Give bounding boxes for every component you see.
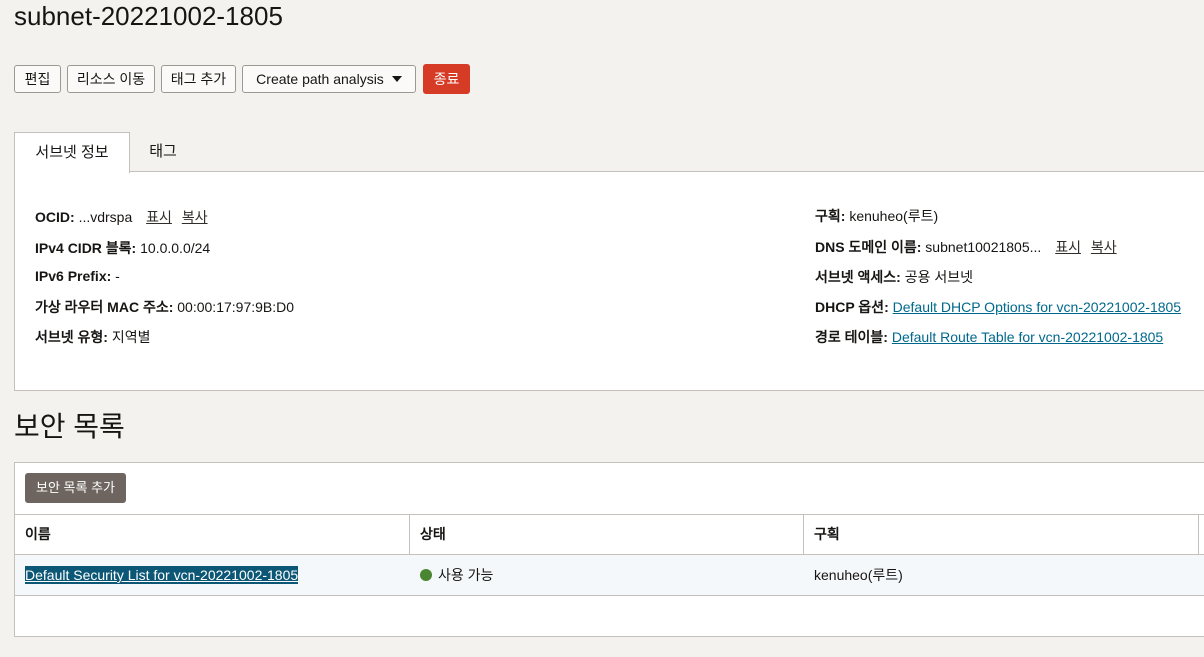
security-list-name-link[interactable]: Default Security List for vcn-20221002-1… — [25, 566, 299, 584]
detail-subnet-access: 서브넷 액세스: 공용 서브넷 — [815, 267, 973, 287]
terminate-button[interactable]: 종료 — [423, 64, 470, 94]
column-header-name[interactable]: 이름 — [15, 515, 410, 554]
detail-value: 지역별 — [111, 329, 151, 345]
add-security-list-button[interactable]: 보안 목록 추가 — [25, 473, 126, 503]
table-header: 이름 상태 구획 — [15, 514, 1204, 555]
page-title: subnet-20221002-1805 — [14, 1, 283, 31]
detail-label: 구획: — [815, 208, 846, 224]
ocid-show-link[interactable]: 표시 — [146, 209, 172, 225]
detail-route-table: 경로 테이블: Default Route Table for vcn-2022… — [815, 327, 1163, 347]
detail-dns-domain: DNS 도메인 이름: subnet10021805... 표시 복사 — [815, 237, 1117, 257]
tab-subnet-info[interactable]: 서브넷 정보 — [14, 132, 130, 173]
subnet-info-panel: OCID: ...vdrspa 표시 복사 IPv4 CIDR 블록: 10.0… — [14, 171, 1204, 391]
chevron-down-icon — [391, 76, 402, 82]
security-list-compartment-cell: kenuheo(루트) — [814, 567, 903, 583]
detail-ocid: OCID: ...vdrspa 표시 복사 — [35, 207, 208, 227]
status-text: 사용 가능 — [438, 567, 494, 583]
detail-label: IPv6 Prefix: — [35, 268, 112, 284]
ocid-copy-link[interactable]: 복사 — [182, 209, 208, 225]
status-available-icon — [420, 569, 432, 581]
detail-label: IPv4 CIDR 블록: — [35, 240, 137, 256]
detail-ipv4-cidr: IPv4 CIDR 블록: 10.0.0.0/24 — [35, 238, 210, 258]
tab-tags[interactable]: 태그 — [130, 132, 196, 172]
detail-label: 서브넷 액세스: — [815, 269, 901, 285]
column-header-compartment[interactable]: 구획 — [804, 515, 1199, 554]
move-resource-button[interactable]: 리소스 이동 — [67, 65, 155, 93]
detail-label: DNS 도메인 이름: — [815, 239, 922, 255]
detail-value: 00:00:17:97:9B:D0 — [177, 299, 295, 315]
detail-value: 10.0.0.0/24 — [140, 240, 211, 256]
detail-label: OCID: — [35, 209, 75, 225]
add-tags-button[interactable]: 태그 추가 — [161, 65, 236, 93]
security-lists-heading: 보안 목록 — [14, 411, 125, 442]
ocid-value: ...vdrspa — [78, 209, 133, 225]
create-path-analysis-label: Create path analysis — [256, 71, 384, 87]
detail-dhcp-options: DHCP 옵션: Default DHCP Options for vcn-20… — [815, 297, 1181, 317]
detail-virtual-router-mac: 가상 라우터 MAC 주소: 00:00:17:97:9B:D0 — [35, 297, 294, 317]
detail-value: kenuheo(루트) — [849, 208, 939, 224]
table-row: Default Security List for vcn-20221002-1… — [15, 555, 1204, 596]
detail-label: 경로 테이블: — [815, 329, 888, 345]
detail-ipv6-prefix: IPv6 Prefix: - — [35, 268, 120, 284]
column-header-status[interactable]: 상태 — [410, 515, 804, 554]
detail-label: 가상 라우터 MAC 주소: — [35, 299, 174, 315]
security-list-status-cell: 사용 가능 — [410, 555, 804, 595]
route-table-link[interactable]: Default Route Table for vcn-20221002-180… — [892, 329, 1163, 345]
dhcp-options-link[interactable]: Default DHCP Options for vcn-20221002-18… — [893, 299, 1181, 315]
detail-label: 서브넷 유형: — [35, 329, 108, 345]
detail-subnet-type: 서브넷 유형: 지역별 — [35, 327, 150, 347]
dns-show-link[interactable]: 표시 — [1055, 239, 1081, 255]
detail-value: - — [115, 268, 120, 284]
detail-label: DHCP 옵션: — [815, 299, 889, 315]
security-lists-card: 보안 목록 추가 이름 상태 구획 Default Security List … — [14, 462, 1204, 637]
edit-button[interactable]: 편집 — [14, 65, 61, 93]
detail-value: 공용 서브넷 — [904, 269, 974, 285]
dns-domain-value: subnet10021805... — [925, 239, 1042, 255]
detail-compartment: 구획: kenuheo(루트) — [815, 206, 938, 226]
security-list-name-cell: Default Security List for vcn-20221002-1… — [15, 555, 410, 595]
create-path-analysis-dropdown[interactable]: Create path analysis — [242, 65, 416, 93]
dns-copy-link[interactable]: 복사 — [1091, 239, 1117, 255]
